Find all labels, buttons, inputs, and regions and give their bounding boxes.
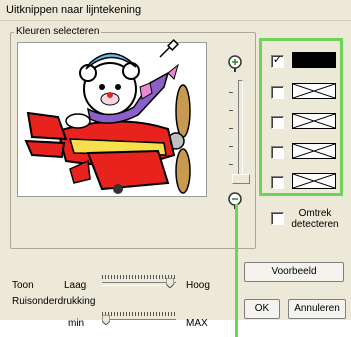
color-checkbox-3[interactable] <box>271 116 284 129</box>
color-swatch-2[interactable] <box>292 83 336 99</box>
zoom-tick <box>229 92 233 93</box>
airplane-bear-image <box>24 52 191 194</box>
tone-label: Toon <box>12 280 34 291</box>
dialog-window: Uitknippen naar lijntekening Kleuren sel… <box>0 0 351 329</box>
preview-button[interactable]: Voorbeeld <box>244 262 344 282</box>
zoom-slider-thumb[interactable] <box>232 174 250 184</box>
check-mark-icon: ✓ <box>272 54 283 66</box>
title-bar: Uitknippen naar lijntekening <box>0 0 351 21</box>
eyedropper-icon[interactable] <box>157 38 179 60</box>
empty-swatch-icon <box>293 174 335 188</box>
empty-swatch-icon <box>293 84 335 98</box>
tone-slider[interactable] <box>102 275 176 288</box>
noise-min-label: min <box>68 318 85 329</box>
ok-button[interactable]: OK <box>244 299 280 319</box>
tone-slider-ticks <box>102 275 176 279</box>
zoom-in-icon[interactable] <box>226 55 244 73</box>
noise-slider-thumb[interactable] <box>102 315 110 325</box>
color-swatch-1[interactable] <box>292 52 336 68</box>
zoom-tick <box>229 164 233 165</box>
noise-max-label: MAX <box>186 318 208 329</box>
colors-group-label: Kleuren selecteren <box>14 26 102 37</box>
color-swatch-3[interactable] <box>292 113 336 129</box>
preview-picture <box>17 42 207 197</box>
color-checkbox-5[interactable] <box>271 176 284 189</box>
color-checkbox-4[interactable] <box>271 146 284 159</box>
tone-min-label: Laag <box>64 280 87 291</box>
outline-label-line2: detecteren <box>291 219 339 230</box>
outline-detect-checkbox[interactable] <box>271 212 284 225</box>
zoom-tick <box>229 110 233 111</box>
outline-label-line1: Omtrek <box>298 208 332 219</box>
noise-slider-track <box>102 319 176 323</box>
noise-slider-ticks <box>102 312 176 316</box>
outline-detect-label: Omtrek detecteren <box>285 208 345 230</box>
tone-slider-track <box>102 282 176 286</box>
zoom-tick <box>229 128 233 129</box>
color-swatch-4[interactable] <box>292 143 336 159</box>
color-swatch-5[interactable] <box>292 173 336 189</box>
color-checkbox-1[interactable]: ✓ <box>271 54 284 68</box>
tone-max-label: Hoog <box>186 280 210 291</box>
color-checkbox-2[interactable] <box>271 86 284 99</box>
zoom-tick <box>229 146 233 147</box>
cancel-button[interactable]: Annuleren <box>288 299 346 319</box>
noise-slider[interactable] <box>102 312 176 325</box>
annotation-line <box>235 204 238 337</box>
tone-slider-thumb[interactable] <box>166 278 174 288</box>
empty-swatch-icon <box>293 114 335 128</box>
zoom-slider-track[interactable] <box>238 80 243 182</box>
empty-swatch-icon <box>293 144 335 158</box>
noise-label: Ruisonderdrukking <box>12 296 96 307</box>
window-title: Uitknippen naar lijntekening <box>6 4 142 16</box>
